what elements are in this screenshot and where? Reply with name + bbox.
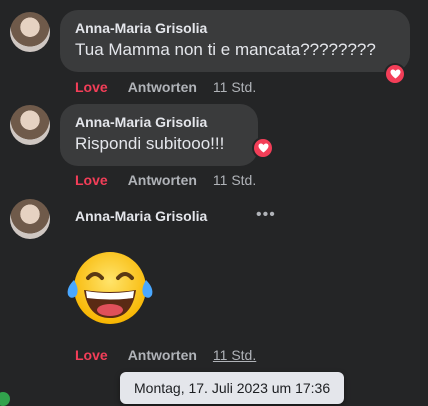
reply-button[interactable]: Antworten <box>128 172 197 188</box>
comment-actions: Love Antworten 11 Std. <box>75 347 256 363</box>
avatar[interactable] <box>10 199 50 239</box>
heart-icon <box>390 69 400 79</box>
comment-text: Tua Mamma non ti e mancata???????? <box>75 40 376 59</box>
timestamp-link[interactable]: 11 Std. <box>213 172 256 188</box>
avatar[interactable] <box>10 12 50 52</box>
love-button[interactable]: Love <box>75 172 108 188</box>
comment-text: Rispondi subitooo!!! <box>75 134 225 153</box>
online-status-icon <box>0 392 10 406</box>
reaction-badge[interactable] <box>384 63 406 85</box>
timestamp-link[interactable]: 11 Std. <box>213 79 256 95</box>
comment-actions: Love Antworten 11 Std. <box>75 172 256 188</box>
heart-icon <box>258 143 268 153</box>
reply-button[interactable]: Antworten <box>128 347 197 363</box>
more-options-icon[interactable]: ••• <box>256 206 276 224</box>
reply-button[interactable]: Antworten <box>128 79 197 95</box>
love-button[interactable]: Love <box>75 347 108 363</box>
love-button[interactable]: Love <box>75 79 108 95</box>
reaction-badge[interactable] <box>252 137 274 159</box>
avatar[interactable] <box>10 105 50 145</box>
comment-author[interactable]: Anna-Maria Grisolia <box>75 114 207 130</box>
comment-author[interactable]: Anna-Maria Grisolia <box>75 20 207 36</box>
comment-author[interactable]: Anna-Maria Grisolia <box>75 208 207 224</box>
laughing-tears-emoji-icon <box>67 252 153 324</box>
timestamp-link[interactable]: 11 Std. <box>213 347 256 363</box>
timestamp-tooltip: Montag, 17. Juli 2023 um 17:36 <box>120 372 345 404</box>
comment-actions: Love Antworten 11 Std. <box>75 79 256 95</box>
